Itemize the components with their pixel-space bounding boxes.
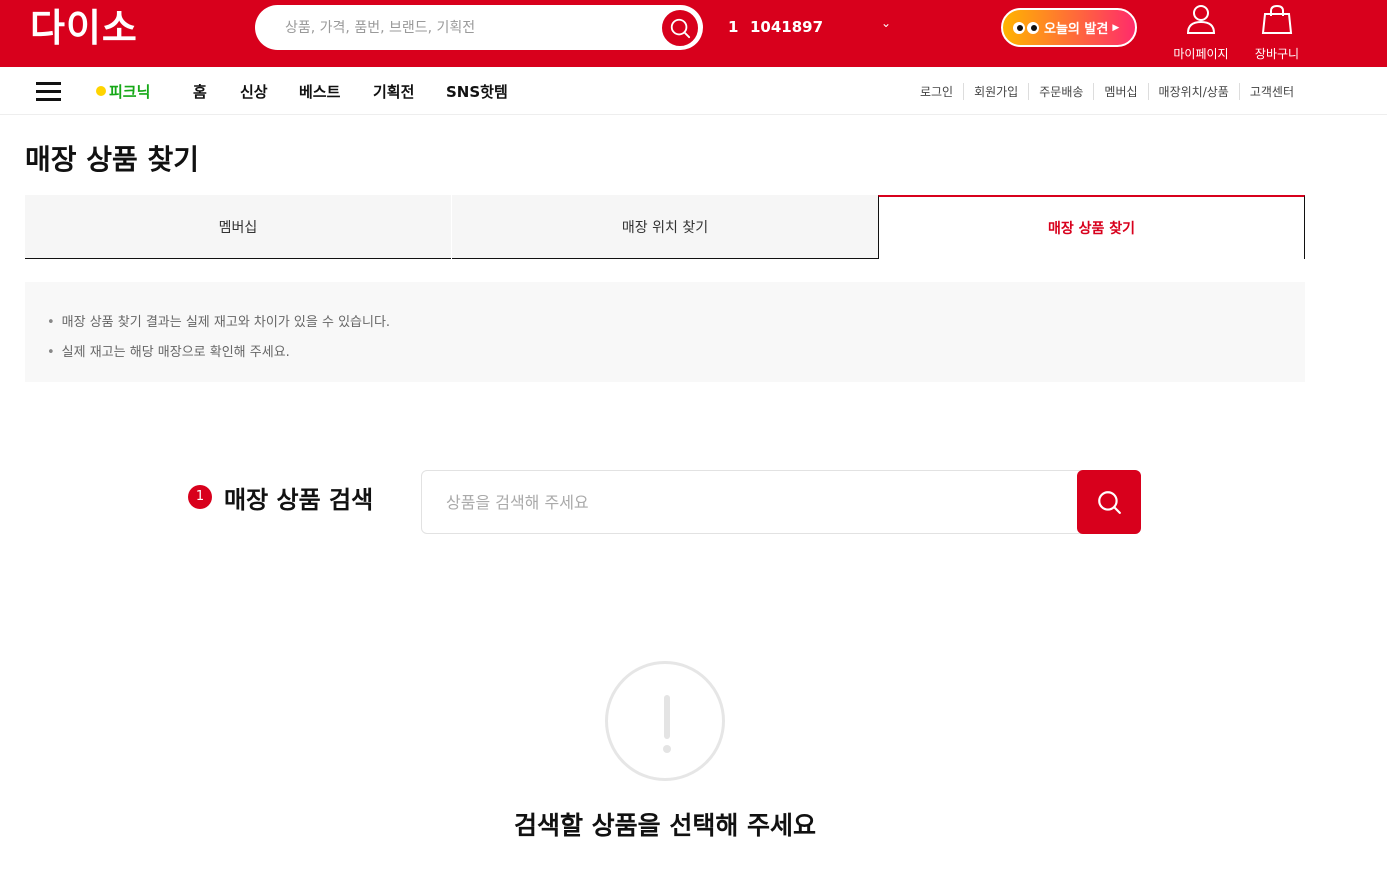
- tab-membership[interactable]: 멤버십: [25, 195, 451, 259]
- nav-home[interactable]: 홈: [193, 81, 207, 102]
- customer-center-link[interactable]: 고객센터: [1238, 83, 1304, 100]
- global-search-box: [255, 5, 703, 50]
- user-icon: [1186, 5, 1216, 34]
- store-tabs: 멤버십 매장 위치 찾기 매장 상품 찾기: [25, 195, 1305, 259]
- notice-item: 실제 재고는 해당 매장으로 확인해 주세요.: [47, 338, 1305, 368]
- nav-picnic[interactable]: 피크닉: [96, 81, 150, 102]
- hamburger-menu-icon[interactable]: [36, 82, 61, 101]
- search-icon: [1098, 491, 1121, 514]
- search-icon: [670, 18, 691, 39]
- tab-store-location[interactable]: 매장 위치 찾기: [452, 195, 878, 259]
- daiso-logo[interactable]: 다이소: [30, 8, 138, 48]
- play-arrow-icon: ▶: [1112, 22, 1120, 33]
- global-search-button[interactable]: [660, 8, 700, 48]
- main-nav: 피크닉 홈 신상 베스트 기획전 SNS핫템 로그인 회원가입 주문배송 멤버십…: [0, 67, 1387, 115]
- step-number-badge: 1: [188, 485, 212, 509]
- notice-box: 매장 상품 찾기 결과는 실제 재고와 차이가 있을 수 있습니다. 실제 재고…: [25, 282, 1305, 382]
- global-search-input[interactable]: [285, 5, 645, 50]
- sun-icon: [96, 86, 106, 96]
- mypage-button[interactable]: 마이페이지: [1170, 4, 1232, 62]
- empty-state-message: 검색할 상품을 선택해 주세요: [513, 811, 817, 840]
- order-delivery-link[interactable]: 주문배송: [1028, 83, 1093, 100]
- trending-rank: 1: [728, 18, 739, 36]
- nav-new[interactable]: 신상: [240, 81, 268, 102]
- mypage-label: 마이페이지: [1173, 47, 1229, 61]
- store-location-link[interactable]: 매장위치/상품: [1147, 83, 1239, 100]
- trending-keyword-text: 1041897: [750, 18, 824, 36]
- tab-store-product[interactable]: 매장 상품 찾기: [878, 195, 1305, 259]
- today-discover-label: 오늘의 발견: [1044, 22, 1109, 37]
- product-search-box: [421, 470, 1141, 534]
- exclamation-icon: [605, 661, 725, 781]
- cart-label: 장바구니: [1254, 47, 1300, 61]
- product-search-button[interactable]: [1077, 470, 1141, 534]
- nav-exhibition[interactable]: 기획전: [373, 81, 414, 102]
- cart-button[interactable]: 장바구니: [1248, 4, 1306, 62]
- eyes-icon: [1013, 21, 1039, 34]
- top-header: 다이소 1 1041897 ⌄ 오늘의 발견 ▶ 마이페이지 장바구니: [0, 0, 1387, 67]
- nav-sns-hot[interactable]: SNS핫템: [446, 81, 508, 102]
- membership-link[interactable]: 멤버십: [1093, 83, 1147, 100]
- login-link[interactable]: 로그인: [910, 83, 963, 100]
- signup-link[interactable]: 회원가입: [963, 83, 1028, 100]
- product-search-title: 매장 상품 검색: [224, 486, 374, 514]
- utility-links: 로그인 회원가입 주문배송 멤버십 매장위치/상품 고객센터: [910, 83, 1304, 100]
- shopping-bag-icon: [1261, 4, 1293, 34]
- notice-item: 매장 상품 찾기 결과는 실제 재고와 차이가 있을 수 있습니다.: [47, 308, 1305, 338]
- nav-best[interactable]: 베스트: [299, 81, 340, 102]
- today-discover-button[interactable]: 오늘의 발견 ▶: [1001, 8, 1137, 47]
- trending-keyword[interactable]: 1 1041897: [728, 18, 823, 36]
- page-title: 매장 상품 찾기: [25, 143, 200, 176]
- nav-picnic-label: 피크닉: [109, 83, 151, 101]
- product-search-input[interactable]: [446, 471, 1066, 533]
- chevron-down-icon[interactable]: ⌄: [881, 16, 891, 30]
